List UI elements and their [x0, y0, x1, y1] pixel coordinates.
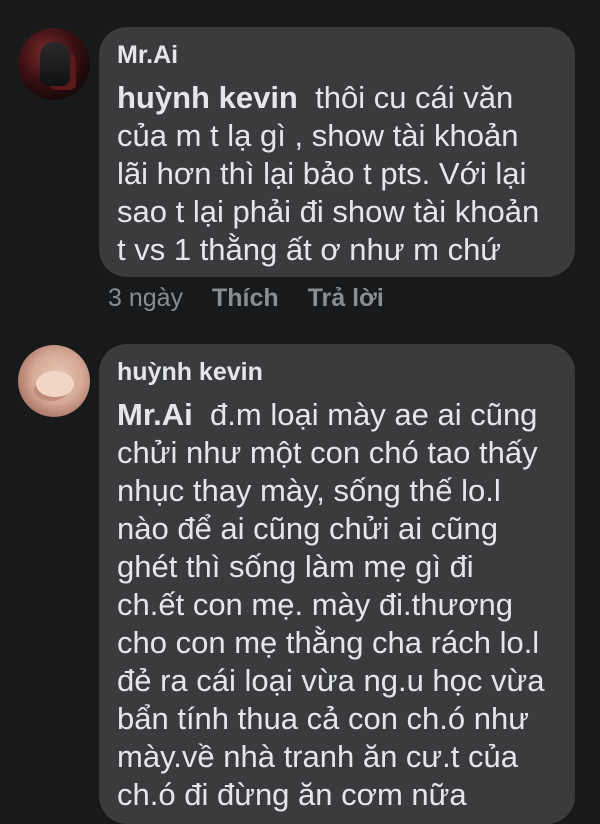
avatar[interactable] — [18, 28, 90, 100]
comment-author[interactable]: Mr.Ai — [117, 41, 178, 70]
avatar-image — [40, 42, 70, 86]
comment-line: mày.về nhà tranh ăn cư.t của — [117, 739, 519, 774]
comment-author[interactable]: huỳnh kevin — [117, 358, 263, 387]
comment-line: bẩn tính thua cả con ch.ó như — [117, 701, 529, 736]
reply-button[interactable]: Trả lời — [308, 284, 384, 312]
comment-line: đ.m loại mày ae ai cũng — [210, 397, 538, 432]
comment-bubble: Mr.Ai huỳnh kevin thôi cu cái văn của m … — [99, 27, 575, 277]
comment-bubble: huỳnh kevin Mr.Ai đ.m loại mày ae ai cũn… — [99, 344, 575, 824]
avatar-image — [36, 371, 74, 397]
mention-link[interactable]: huỳnh kevin — [117, 80, 298, 115]
comment-timestamp[interactable]: 3 ngày — [108, 284, 183, 312]
comment-line: nhục thay mày, sống thế lo.l — [117, 473, 501, 508]
comment-line: ch.ó đi đừng ăn cơm nữa — [117, 777, 467, 812]
like-button[interactable]: Thích — [212, 284, 279, 312]
comment-line: ch.ết con mẹ. mày đi.thương — [117, 587, 514, 622]
comment-line: t vs 1 thằng ất ơ như m chứ — [117, 232, 502, 267]
comment-line: nào để ai cũng chửi ai cũng — [117, 511, 498, 546]
mention-link[interactable]: Mr.Ai — [117, 397, 193, 432]
comment-actions: 3 ngày Thích Trả lời — [108, 284, 406, 313]
comment-line: chửi như một con chó tao thấy — [117, 435, 538, 470]
comment-line: của m t lạ gì , show tài khoản — [117, 118, 519, 153]
comment-line: lãi hơn thì lại bảo t pts. Với lại — [117, 156, 527, 191]
comment-line: đẻ ra cái loại vừa ng.u học vừa — [117, 663, 545, 698]
comment-text: huỳnh kevin thôi cu cái văn của m t lạ g… — [117, 79, 567, 269]
avatar[interactable] — [18, 345, 90, 417]
comment-line: cho con mẹ thằng cha rách lo.l — [117, 625, 540, 660]
comment-line: ghét thì sống làm mẹ gì đi — [117, 549, 474, 584]
comment-line: thôi cu cái văn — [315, 80, 514, 115]
comment-text: Mr.Ai đ.m loại mày ae ai cũng chửi như m… — [117, 396, 567, 814]
comment-line: sao t lại phải đi show tài khoản — [117, 194, 540, 229]
